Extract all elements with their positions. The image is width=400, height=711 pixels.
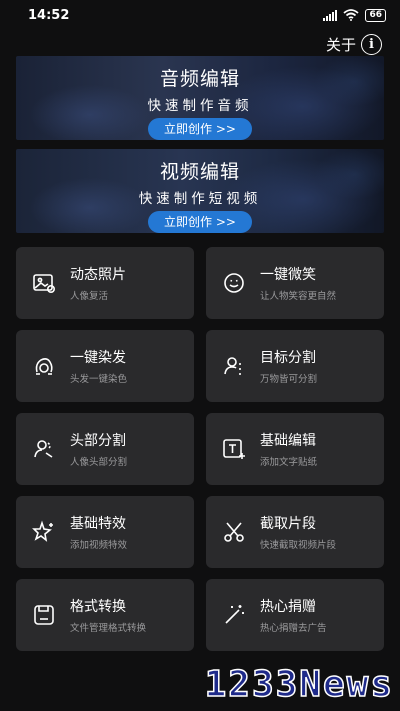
signal-icon [323,9,338,21]
feature-title: 格式转换 [70,599,126,615]
feature-subtitle: 热心捐赠去广告 [260,623,327,634]
about-label: 关于 [325,35,356,54]
feature-card-head-segment[interactable]: 头部分割 人像头部分割 [16,413,194,485]
create-now-button[interactable]: 立即创作 >> [148,118,252,140]
head-segment-icon [34,440,53,458]
feature-card-clip[interactable]: 截取片段 快速截取视频片段 [206,496,384,568]
feature-subtitle: 文件管理格式转换 [70,623,147,634]
feature-card-smile[interactable]: 一键微笑 让人物笑容更自然 [206,247,384,319]
sparkle-icon [32,520,53,542]
feature-title: 头部分割 [70,433,126,449]
info-icon: i [361,33,382,55]
feature-title: 动态照片 [70,267,126,283]
battery-indicator: 66 [365,8,386,22]
create-now-button[interactable]: 立即创作 >> [148,211,252,233]
feature-title: 基础特效 [70,516,126,532]
feature-card-donate[interactable]: 热心捐赠 热心捐赠去广告 [206,579,384,651]
smile-icon [224,273,244,293]
feature-title: 截取片段 [260,516,316,532]
feature-title: 目标分割 [260,350,316,366]
feature-card-dynamic-photo[interactable]: 动态照片 人像复活 [16,247,194,319]
feature-grid: 动态照片 人像复活 一键微笑 让人物笑容更自然 一键染发 头发一键染色 目标分割… [16,247,384,651]
banner-title: 视频编辑 [159,161,240,183]
wifi-icon [343,9,360,21]
feature-subtitle: 人像头部分割 [70,457,128,468]
feature-subtitle: 让人物笑容更自然 [260,291,337,302]
feature-subtitle: 人像复活 [70,291,109,302]
feature-subtitle: 添加视频特效 [70,540,128,551]
feature-title: 一键微笑 [260,267,316,283]
feature-card-hair-dye[interactable]: 一键染发 头发一键染色 [16,330,194,402]
scissors-icon [224,522,244,542]
feature-subtitle: 快速截取视频片段 [260,540,337,551]
video-edit-banner[interactable]: 视频编辑 快速制作短视频 立即创作 >> [16,149,384,233]
feature-card-basic-edit[interactable]: 基础编辑 添加文字贴纸 [206,413,384,485]
text-edit-icon [223,439,245,459]
feature-title: 热心捐赠 [260,599,316,615]
feature-subtitle: 头发一键染色 [70,374,128,385]
status-icons: 66 [323,8,386,22]
feature-card-basic-effects[interactable]: 基础特效 添加视频特效 [16,496,194,568]
hair-icon [35,358,53,375]
magic-wand-icon [225,605,244,624]
save-icon [34,605,54,625]
status-bar: 14:52 66 [0,0,400,30]
watermark-logo: 1233News [204,663,394,706]
status-time: 14:52 [28,7,70,23]
segment-icon [224,357,243,375]
banner-title: 音频编辑 [159,68,240,90]
feature-subtitle: 万物皆可分割 [260,374,318,385]
feature-title: 一键染发 [70,350,126,366]
photo-icon [33,274,56,294]
banner-subtitle: 快速制作短视频 [138,191,262,207]
audio-edit-banner[interactable]: 音频编辑 快速制作音频 立即创作 >> [16,56,384,140]
about-button[interactable]: 关于 i [326,32,382,56]
feature-card-format-convert[interactable]: 格式转换 文件管理格式转换 [16,579,194,651]
feature-title: 基础编辑 [260,433,316,449]
banner-subtitle: 快速制作音频 [147,98,253,114]
feature-card-target-segment[interactable]: 目标分割 万物皆可分割 [206,330,384,402]
feature-subtitle: 添加文字贴纸 [260,457,318,468]
